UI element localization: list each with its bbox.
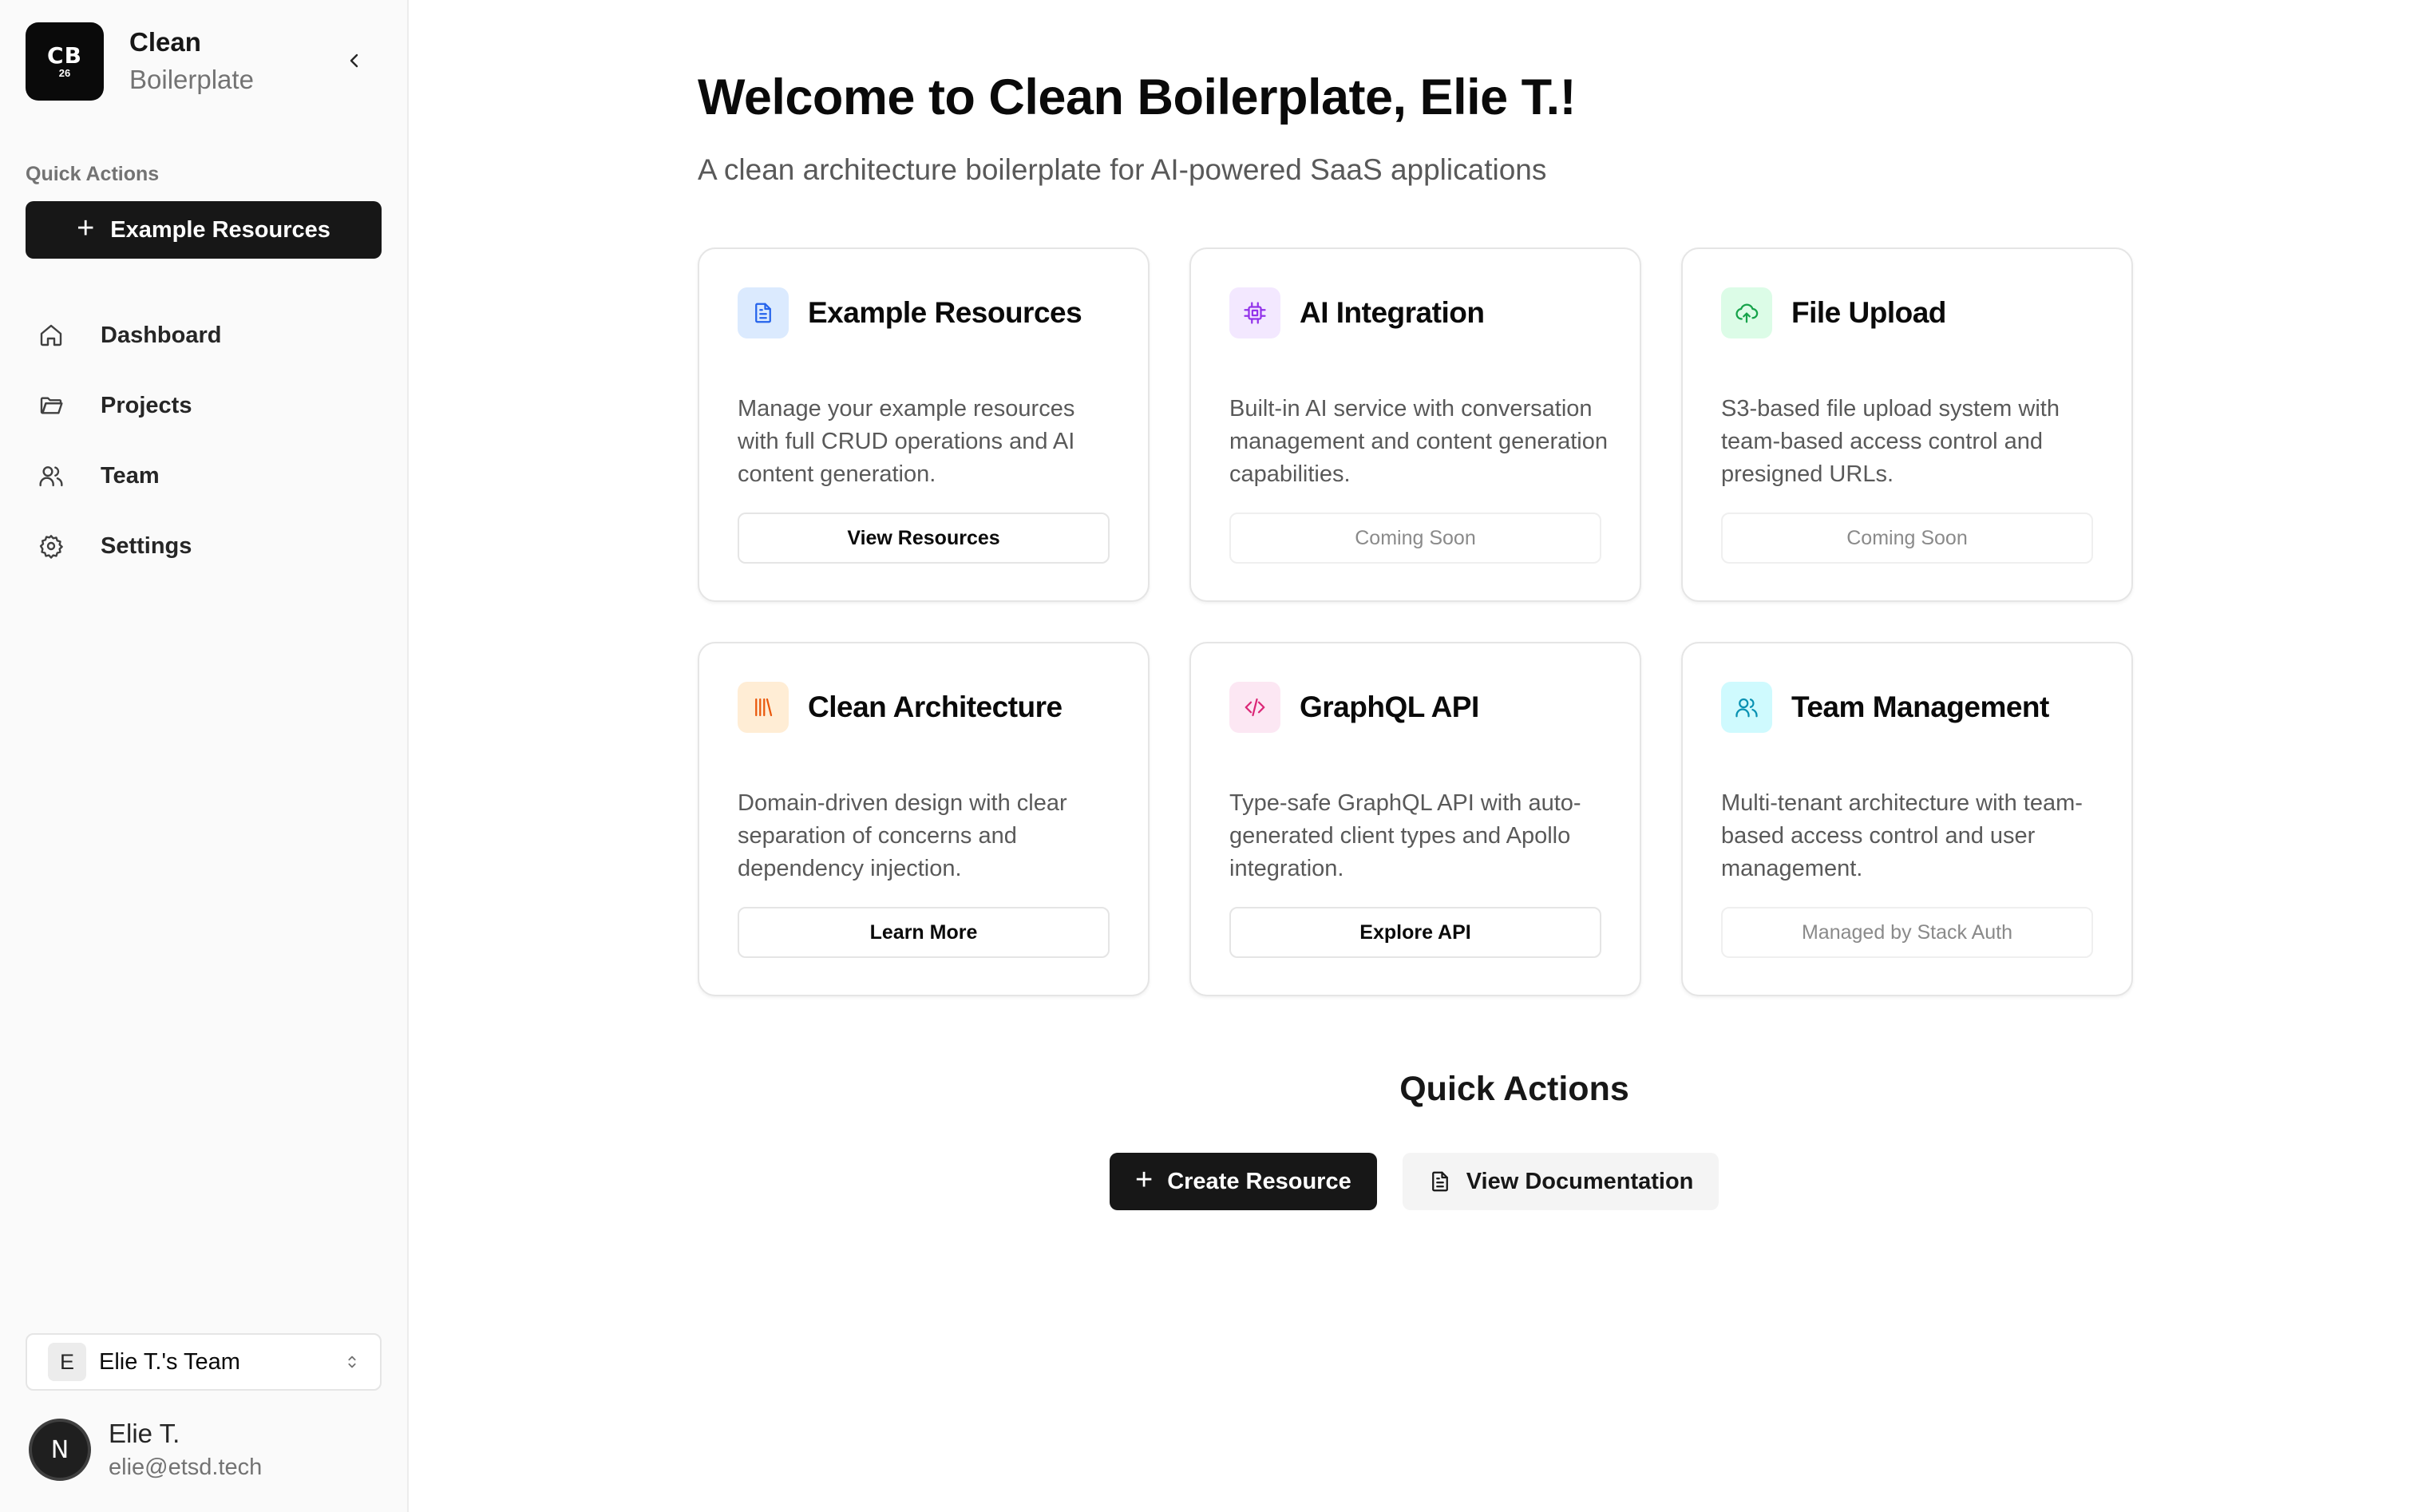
brand-subtitle: Boilerplate	[129, 65, 254, 94]
card-description: Domain-driven design with clear separati…	[738, 790, 1067, 881]
managed-by-stack-auth-button: Managed by Stack Auth	[1721, 907, 2093, 958]
sidebar-item-settings[interactable]: Settings	[26, 514, 382, 578]
card-example-resources: Example Resources Manage your example re…	[698, 247, 1150, 602]
view-documentation-button[interactable]: View Documentation	[1402, 1153, 1719, 1210]
plus-icon: +	[1135, 1163, 1154, 1197]
collapse-sidebar-button[interactable]	[338, 45, 370, 77]
logo-text: CB	[47, 42, 82, 69]
view-resources-button[interactable]: View Resources	[738, 513, 1110, 564]
card-team-management: Team Management Multi-tenant architectur…	[1681, 642, 2133, 996]
team-avatar: E	[48, 1343, 86, 1381]
sidebar-nav: Dashboard Projects Team Settings	[26, 303, 382, 584]
home-icon	[35, 319, 67, 351]
card-title: GraphQL API	[1300, 691, 1479, 723]
quick-actions-label: Quick Actions	[26, 163, 160, 185]
sidebar-item-label: Projects	[101, 392, 192, 418]
page-subtitle: A clean architecture boilerplate for AI-…	[698, 153, 1547, 186]
chevron-left-icon	[350, 53, 358, 68]
library-icon	[738, 682, 789, 733]
view-documentation-label: View Documentation	[1466, 1168, 1694, 1194]
cloud-upload-icon	[1721, 287, 1772, 338]
page-title: Welcome to Clean Boilerplate, Elie T.!	[698, 69, 1577, 125]
learn-more-button[interactable]: Learn More	[738, 907, 1110, 958]
sidebar: CB 26 Clean Boilerplate Quick Actions + …	[0, 0, 409, 1512]
quick-actions-heading: Quick Actions	[1399, 1070, 1629, 1108]
create-resource-label: Create Resource	[1167, 1168, 1351, 1194]
card-title: Example Resources	[808, 296, 1082, 329]
sidebar-item-dashboard[interactable]: Dashboard	[26, 303, 382, 367]
card-title: File Upload	[1791, 296, 1946, 329]
card-description: S3-based file upload system with team-ba…	[1721, 396, 2060, 487]
card-description: Type-safe GraphQL API with auto-generate…	[1229, 790, 1581, 881]
card-ai-integration: AI Integration Built-in AI service with …	[1189, 247, 1641, 602]
card-title: Clean Architecture	[808, 691, 1063, 723]
app-logo: CB 26	[26, 22, 104, 101]
card-description: Manage your example resources with full …	[738, 396, 1075, 487]
example-resources-button-label: Example Resources	[110, 216, 330, 243]
users-icon	[35, 460, 67, 492]
user-name: Elie T.	[109, 1419, 180, 1448]
card-description: Built-in AI service with conversation ma…	[1229, 396, 1609, 487]
sidebar-item-label: Team	[101, 462, 160, 489]
folder-icon	[35, 390, 67, 422]
sidebar-item-projects[interactable]: Projects	[26, 374, 382, 437]
team-switcher[interactable]: E Elie T.'s Team	[26, 1333, 382, 1391]
sidebar-item-label: Dashboard	[101, 322, 222, 348]
card-graphql-api: GraphQL API Type-safe GraphQL API with a…	[1189, 642, 1641, 996]
cpu-icon	[1229, 287, 1280, 338]
brand[interactable]: CB 26 Clean Boilerplate	[26, 22, 254, 101]
card-file-upload: File Upload S3-based file upload system …	[1681, 247, 2133, 602]
create-resource-button[interactable]: + Create Resource	[1110, 1153, 1377, 1210]
example-resources-button[interactable]: + Example Resources	[26, 201, 382, 259]
plus-icon: +	[77, 212, 95, 245]
card-description: Multi-tenant architecture with team-base…	[1721, 790, 2083, 881]
explore-api-button[interactable]: Explore API	[1229, 907, 1601, 958]
user-profile[interactable]: N Elie T. elie@etsd.tech	[29, 1416, 262, 1483]
brand-title: Clean	[129, 27, 201, 57]
team-name: Elie T.'s Team	[99, 1348, 240, 1375]
card-title: AI Integration	[1300, 296, 1485, 329]
main-content: Welcome to Clean Boilerplate, Elie T.! A…	[410, 0, 2414, 1512]
users-icon	[1721, 682, 1772, 733]
avatar: N	[29, 1419, 91, 1481]
quick-actions-row: + Create Resource View Documentation	[1110, 1153, 1719, 1210]
document-icon	[738, 287, 789, 338]
chevrons-up-down-icon	[343, 1353, 361, 1371]
gear-icon	[35, 530, 67, 562]
document-icon	[1431, 1171, 1448, 1192]
card-clean-architecture: Clean Architecture Domain-driven design …	[698, 642, 1150, 996]
sidebar-item-label: Settings	[101, 532, 192, 559]
coming-soon-button: Coming Soon	[1229, 513, 1601, 564]
coming-soon-button: Coming Soon	[1721, 513, 2093, 564]
code-icon	[1229, 682, 1280, 733]
card-title: Team Management	[1791, 691, 2049, 723]
sidebar-item-team[interactable]: Team	[26, 444, 382, 508]
user-email: elie@etsd.tech	[109, 1455, 263, 1480]
logo-year: 26	[58, 67, 71, 79]
